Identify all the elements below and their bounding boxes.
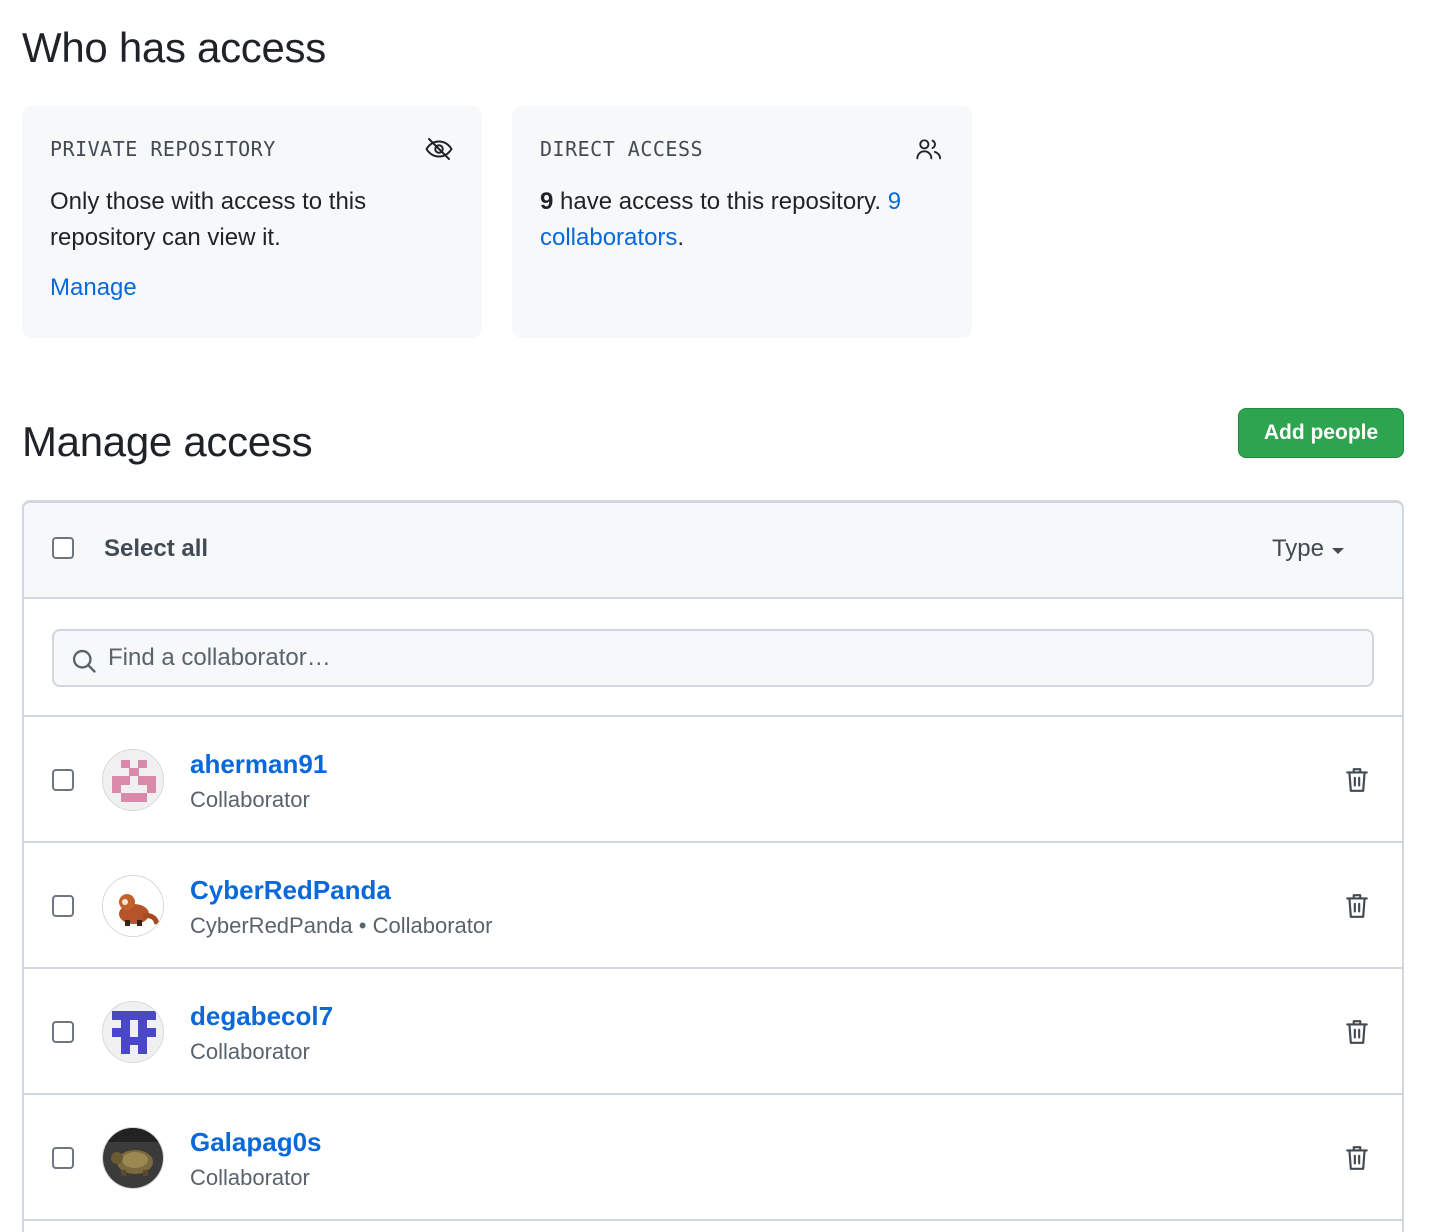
search-icon <box>70 647 98 675</box>
collaborator-role: CyberRedPanda • Collaborator <box>190 913 493 938</box>
collaborators-list: Select all Type Find a collaborator… ahe… <box>22 500 1404 1232</box>
avatar[interactable] <box>102 749 164 811</box>
collaborator-checkbox[interactable] <box>52 769 74 791</box>
direct-access-period: . <box>677 224 685 251</box>
list-header: Select all Type <box>24 503 1402 599</box>
direct-access-card: DIRECT ACCESS 9 have access to this repo… <box>512 106 972 338</box>
private-repository-text: Only those with access to this repositor… <box>50 188 367 251</box>
direct-access-description: have access to this repository. <box>553 188 888 215</box>
collaborator-checkbox[interactable] <box>52 1021 74 1043</box>
type-filter-label: Type <box>1271 535 1324 562</box>
trash-icon[interactable] <box>1342 889 1372 923</box>
collaborator-username[interactable]: CyberRedPanda <box>190 875 391 906</box>
select-all-checkbox[interactable] <box>52 537 74 559</box>
people-icon <box>912 134 946 164</box>
search-row <box>24 599 1402 717</box>
eye-closed-icon <box>422 134 456 164</box>
private-repository-card: PRIVATE REPOSITORY Only those with acces… <box>22 106 482 338</box>
manage-visibility-link[interactable]: Manage <box>50 274 137 302</box>
collaborator-username[interactable]: Galapag0s <box>190 1127 322 1158</box>
avatar[interactable] <box>102 1127 164 1189</box>
collaborator-row: degabecol7 Collaborator <box>24 969 1402 1095</box>
add-people-button[interactable]: Add people <box>1238 408 1404 458</box>
collaborator-role: Collaborator <box>190 1165 310 1190</box>
collaborator-row: aherman91 Collaborator <box>24 717 1402 843</box>
avatar[interactable] <box>102 875 164 937</box>
who-has-access-title: Who has access <box>22 24 326 71</box>
direct-access-label: DIRECT ACCESS <box>540 137 704 161</box>
private-repository-label: PRIVATE REPOSITORY <box>50 137 276 161</box>
collaborator-role: Collaborator <box>190 787 310 812</box>
trash-icon[interactable] <box>1342 1141 1372 1175</box>
collaborator-checkbox[interactable] <box>52 895 74 917</box>
trash-icon[interactable] <box>1342 1015 1372 1049</box>
collaborator-role: Collaborator <box>190 1039 310 1064</box>
manage-access-title: Manage access <box>22 418 313 465</box>
collaborator-checkbox[interactable] <box>52 1147 74 1169</box>
collaborator-row: Galapag0s Collaborator <box>24 1095 1402 1221</box>
direct-access-count: 9 <box>540 188 554 215</box>
trash-icon[interactable] <box>1342 763 1372 797</box>
avatar[interactable] <box>102 1001 164 1063</box>
collaborator-search-input[interactable] <box>52 629 1374 687</box>
collaborator-username[interactable]: aherman91 <box>190 749 327 780</box>
collaborator-row: CyberRedPanda CyberRedPanda • Collaborat… <box>24 843 1402 969</box>
select-all-label[interactable]: Select all <box>104 535 208 563</box>
direct-access-text: 9 have access to this repository. 9 coll… <box>540 184 944 256</box>
type-filter-dropdown[interactable]: Type <box>1272 535 1344 563</box>
collaborator-username[interactable]: degabecol7 <box>190 1001 333 1032</box>
caret-down-icon <box>1332 548 1344 554</box>
